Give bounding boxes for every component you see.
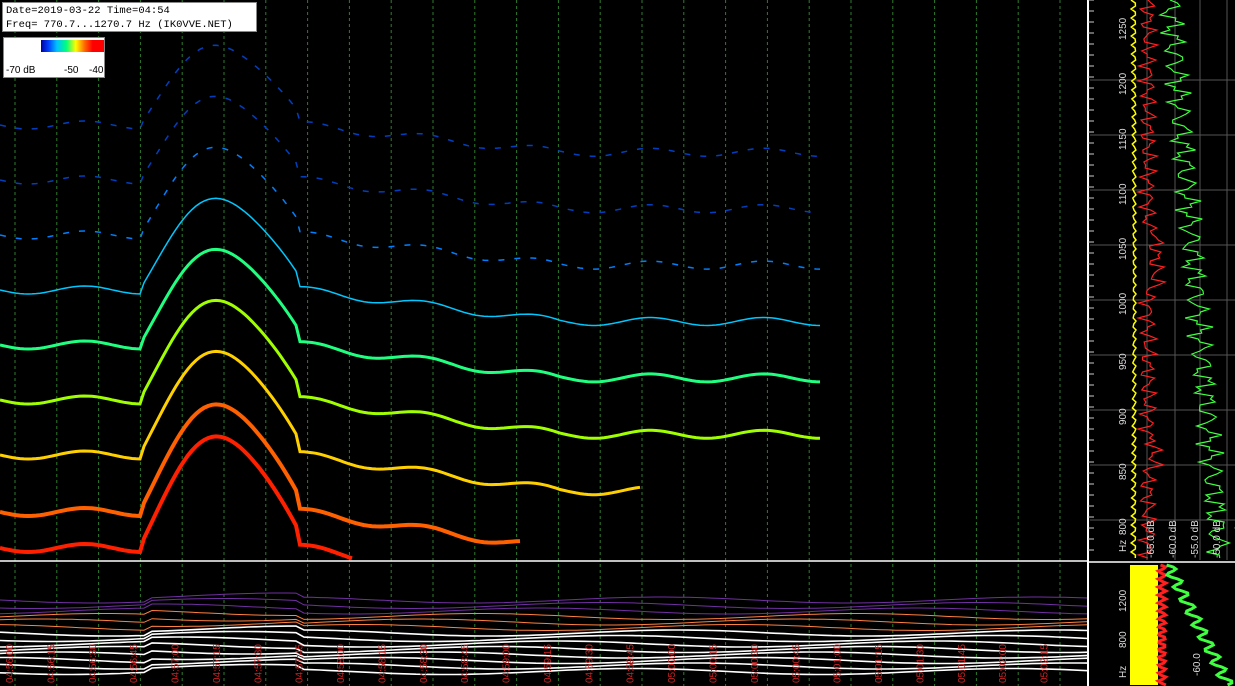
time-label: 04:56:00 (5, 644, 16, 683)
time-label: 04:56:30 (88, 644, 99, 683)
time-label: 04:59:00 (502, 644, 513, 683)
yellow-band (1130, 565, 1158, 685)
time-label: 05:00:30 (750, 644, 761, 683)
time-label: 04:58:00 (336, 644, 347, 683)
time-label: 05:00:45 (791, 644, 802, 683)
lower-axis-label: 1200 (1118, 589, 1129, 612)
frequency-tick-label: 950 (1118, 353, 1129, 370)
scale-mid-label: -50 (64, 65, 79, 76)
lower-axis-label: Hz (1118, 666, 1129, 678)
frequency-tick-label: 1150 (1118, 128, 1129, 150)
background (0, 0, 1235, 686)
frequency-unit-label: Hz (1118, 540, 1129, 552)
time-label: 04:56:45 (129, 644, 140, 683)
time-label: 04:59:45 (626, 644, 637, 683)
time-label: 05:02:15 (1040, 644, 1051, 683)
spectrum-db-label: -55.0 dB (1190, 520, 1201, 558)
waterfall-display: 04:56:00 04:56:15 04:56:30 04:56:45 04:57:00… (0, 0, 1235, 686)
frequency-tick-label: 1100 (1118, 183, 1129, 205)
lower-axis-label: 800 (1118, 631, 1129, 648)
frequency-tick-label: 1250 (1118, 17, 1129, 40)
time-label: 04:58:45 (460, 644, 471, 683)
frequency-range-line: Freq= 770.7...1270.7 Hz (IK0VVE.NET) (6, 19, 233, 31)
color-scale-legend: -70 dB -50 -40 (3, 37, 105, 78)
time-label: 04:59:15 (543, 644, 554, 683)
frequency-tick-label: 1050 (1118, 237, 1129, 260)
time-label: 05:02:00 (998, 644, 1009, 683)
spectrum-panel (1088, 0, 1235, 686)
frequency-tick-label: 800 (1118, 518, 1129, 535)
time-label: 04:59:30 (584, 644, 595, 683)
color-scale-bar (41, 40, 104, 52)
spectrogram-window: 04:56:00 04:56:15 04:56:30 04:56:45 04:57:00… (0, 0, 1235, 686)
time-label: 04:56:15 (46, 644, 57, 683)
time-label: 04:57:15 (212, 644, 223, 683)
time-label: 05:01:15 (874, 644, 885, 683)
time-label: 04:58:30 (419, 644, 430, 683)
time-label: 05:00:00 (667, 644, 678, 683)
frequency-tick-label: 1000 (1118, 292, 1129, 315)
date-time-line: Date=2019-03-22 Time=04:54 (6, 5, 170, 17)
spectrum-db-label: -65.0 dB (1146, 520, 1157, 558)
time-label: 04:57:45 (295, 644, 306, 683)
time-label: 04:57:30 (253, 644, 264, 683)
info-box: Date=2019-03-22 Time=04:54 Freq= 770.7..… (2, 2, 257, 32)
scale-max-label: -40 (89, 65, 104, 76)
time-label: 05:01:30 (915, 644, 926, 683)
lower-db-label: -60.0 (1192, 653, 1203, 676)
spectrum-db-label: -60.0 dB (1168, 520, 1179, 558)
time-label: 05:01:00 (833, 644, 844, 683)
spectrum-db-label: -50.0 dB (1212, 520, 1223, 558)
time-label: 04:57:00 (171, 644, 182, 683)
frequency-tick-label: 850 (1118, 463, 1129, 480)
time-label: 04:58:15 (377, 644, 388, 683)
time-label: 05:00:15 (708, 644, 719, 683)
time-label: 05:01:45 (957, 644, 968, 683)
scale-min-label: -70 dB (6, 65, 36, 76)
frequency-tick-label: 900 (1118, 408, 1129, 425)
frequency-tick-label: 1200 (1118, 72, 1129, 95)
